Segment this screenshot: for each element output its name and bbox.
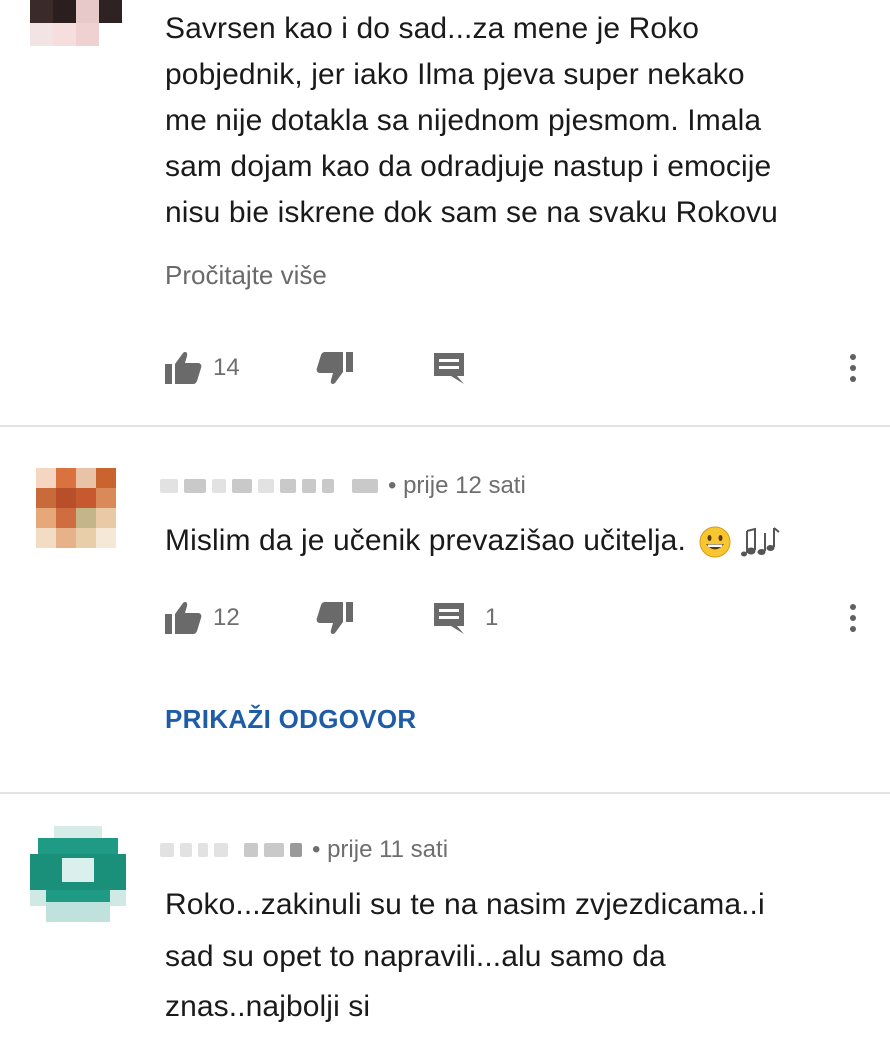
more-dot [850,626,856,632]
like-button[interactable]: 12 [163,598,240,638]
avatar[interactable] [36,468,116,548]
more-dot [850,615,856,621]
author-name[interactable] [160,479,178,493]
comment-line: sad su opet to napravili...alu samo da [165,940,666,973]
author-name-blur [198,843,208,857]
show-replies-button[interactable]: PRIKAŽI ODGOVOR [165,704,417,735]
more-vert-icon [850,604,856,610]
comment-actions: 12 1 [163,598,863,638]
comment-icon [434,603,464,634]
comment-text: Savrsen kao i do sad...za mene je Roko p… [165,6,855,236]
comment-line: Mislim da je učenik prevazišao učitelja. [165,524,686,557]
comment-line: Savrsen kao i do sad...za mene je Roko [165,12,700,45]
author-name-blur [258,479,274,493]
more-options-button[interactable] [843,350,863,386]
comment-line: me nije dotakla sa nijednom pjesmom. Ima… [165,104,762,137]
comment-line: znas..najbolji si [165,990,371,1023]
comment-actions: 14 [163,348,863,388]
author-name-blur [244,843,258,857]
author-name-blur [302,479,316,493]
author-name-blur [232,479,252,493]
like-count: 14 [213,354,240,381]
read-more-link[interactable]: Pročitajte više [165,260,327,291]
author-name-blur [264,843,284,857]
dislike-button[interactable] [315,598,355,638]
reply-count: 1 [485,604,499,631]
comment-meta: • prije 12 sati [160,468,526,504]
comment-icon [434,353,464,384]
comment-2: • prije 12 sati Mislim da je učenik prev… [0,430,890,790]
comment-timestamp: • prije 11 sati [312,836,449,863]
thumb-down-icon [316,352,353,384]
more-dot [850,365,856,371]
author-name-blur [290,843,302,857]
author-name-blur [184,479,206,493]
author-name-blur [280,479,296,493]
comment-timestamp: • prije 12 sati [388,472,526,499]
comment-line: Roko...zakinuli su te na nasim zvjezdica… [165,888,765,921]
author-name-blur [180,843,192,857]
grinning-face-emoji [699,526,731,558]
comment-divider [0,792,890,794]
comment-1: Savrsen kao i do sad...za mene je Roko p… [0,0,890,420]
like-button[interactable]: 14 [163,348,240,388]
comment-line: pobjednik, jer iako Ilma pjeva super nek… [165,58,745,91]
comment-text: Mislim da je učenik prevazišao učitelja. [165,518,855,564]
avatar[interactable] [30,826,126,922]
musical-notes-emoji [740,527,780,557]
more-dot [850,376,856,382]
author-name[interactable] [160,843,174,857]
comment-line: nisu bie iskrene dok sam se na svaku Rok… [165,196,778,229]
author-name-blur [352,479,378,493]
thumb-up-icon [165,602,202,634]
thumb-down-icon [316,602,353,634]
author-name-blur [322,479,334,493]
comment-3: • prije 11 sati Roko...zakinuli su te na… [0,796,890,1047]
comment-divider [0,425,890,427]
thumb-up-icon [165,352,202,384]
like-count: 12 [213,604,240,631]
avatar[interactable] [30,0,122,46]
more-vert-icon [850,354,856,360]
comment-line: sam dojam kao da odradjuje nastup i emoc… [165,150,772,183]
more-options-button[interactable] [843,600,863,636]
author-name-blur [214,843,228,857]
dislike-button[interactable] [315,348,355,388]
reply-button[interactable] [431,348,467,388]
reply-button[interactable]: 1 [431,598,498,638]
comment-text: Roko...zakinuli su te na nasim zvjezdica… [165,882,855,1030]
author-name-blur [212,479,226,493]
comment-meta: • prije 11 sati [160,832,448,868]
